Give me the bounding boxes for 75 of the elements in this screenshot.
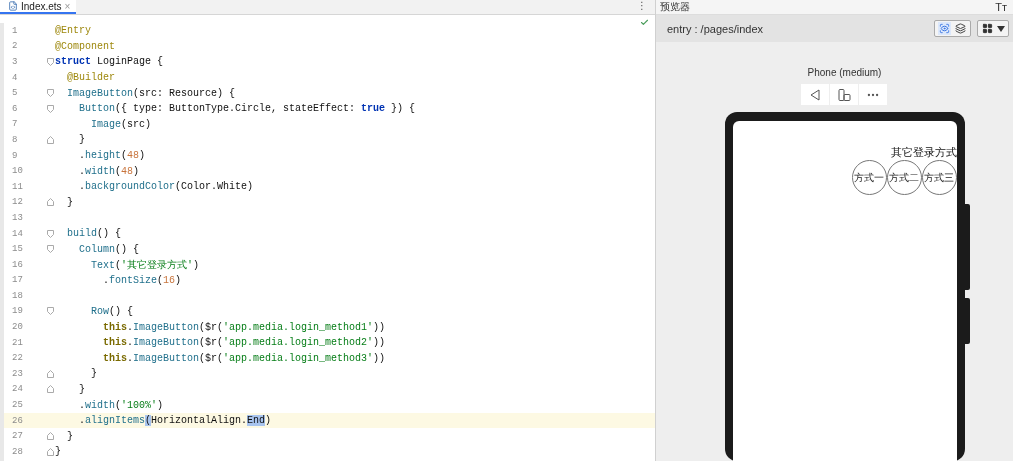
- font-size-icon[interactable]: Tт: [995, 1, 1007, 13]
- code-line: @Builder: [66, 72, 115, 84]
- code-line: }: [66, 196, 73, 208]
- line-number: 18: [11, 290, 24, 301]
- menu-icon[interactable]: ⋮: [637, 0, 647, 14]
- code-line: ImageButton(src: Resource) {: [66, 87, 236, 99]
- code-line: Row() {: [90, 306, 134, 317]
- line-number: 9: [11, 150, 19, 161]
- file-tab[interactable]: Index.ets ×: [0, 0, 77, 14]
- code-line: @Entry: [55, 25, 91, 37]
- layout-dropdown[interactable]: [977, 20, 1009, 37]
- code-line: }: [78, 383, 85, 395]
- fold-icon[interactable]: [47, 307, 54, 316]
- code-line: build() {: [66, 228, 122, 239]
- code-line: Button({ type: ButtonType.Circle, stateEffect: true }) {: [78, 103, 416, 115]
- code-line: .fontSize(16): [102, 274, 182, 286]
- code-line: @Component: [55, 40, 115, 52]
- code-line: .height(48): [78, 150, 146, 162]
- code-line: }: [78, 134, 85, 146]
- line-number: 28: [11, 446, 24, 457]
- line-number: 8: [11, 134, 19, 145]
- line-number: 11: [11, 181, 24, 192]
- line-number: 21: [11, 337, 24, 348]
- line-number: 23: [11, 368, 24, 379]
- line-number: 4: [11, 72, 19, 83]
- code-line: .alignItems(HorizontalAlign.End): [78, 415, 272, 427]
- line-number: 12: [11, 197, 24, 208]
- panel-title: 预览器: [660, 0, 690, 14]
- code-line: Image(src): [90, 118, 152, 130]
- line-number: 2: [11, 41, 19, 52]
- code-line: Text('其它登录方式'): [90, 258, 200, 272]
- page-route: entry : /pages/index: [667, 22, 763, 35]
- login-method-button[interactable]: 方式一: [851, 160, 887, 195]
- line-number: 10: [11, 166, 24, 177]
- code-line: this.ImageButton($r('app.media.login_method3')): [102, 352, 386, 364]
- line-number: 14: [11, 228, 24, 239]
- line-number: 1: [11, 25, 19, 36]
- check-icon: [640, 18, 649, 27]
- login-heading: 其它登录方式: [890, 145, 957, 160]
- layers-icon[interactable]: [954, 22, 967, 35]
- code-line: Column() {: [78, 243, 140, 255]
- line-number: 6: [11, 103, 19, 114]
- line-number: 13: [11, 212, 24, 223]
- line-number: 27: [11, 431, 24, 442]
- fold-end-icon[interactable]: [47, 135, 54, 144]
- login-method-button[interactable]: 方式三: [921, 160, 957, 195]
- line-number: 7: [11, 119, 19, 130]
- code-line: this.ImageButton($r('app.media.login_method1')): [102, 321, 386, 333]
- line-number: 3: [11, 57, 19, 67]
- code-line: .width('100%'): [78, 399, 164, 411]
- line-number: 26: [11, 415, 24, 426]
- fold-icon[interactable]: [47, 58, 54, 66]
- code-line: this.ImageButton($r('app.media.login_method2')): [102, 337, 386, 349]
- line-number: 24: [11, 384, 24, 395]
- code-line: .width(48): [78, 165, 140, 177]
- line-number: 20: [11, 322, 24, 333]
- fold-end-icon[interactable]: [47, 198, 54, 207]
- grid-icon: [981, 22, 994, 35]
- line-number: 5: [11, 88, 19, 99]
- login-method-button[interactable]: 方式二: [886, 160, 922, 195]
- line-number: 17: [11, 275, 24, 286]
- line-number: 19: [11, 306, 24, 317]
- line-number: 15: [11, 244, 24, 255]
- code-line: .backgroundColor(Color.White): [78, 181, 254, 193]
- line-number: 16: [11, 259, 24, 270]
- line-number: 22: [11, 353, 24, 364]
- line-number: 25: [11, 400, 24, 411]
- code-line: }: [55, 446, 61, 458]
- device-name: Phone (medium): [807, 67, 882, 78]
- caret-icon: [997, 25, 1005, 32]
- code-line: struct LoginPage {: [55, 56, 164, 68]
- code-line: }: [66, 430, 73, 442]
- inspect-icon[interactable]: [938, 22, 951, 35]
- code-line: }: [90, 368, 97, 380]
- file-icon: [8, 1, 18, 11]
